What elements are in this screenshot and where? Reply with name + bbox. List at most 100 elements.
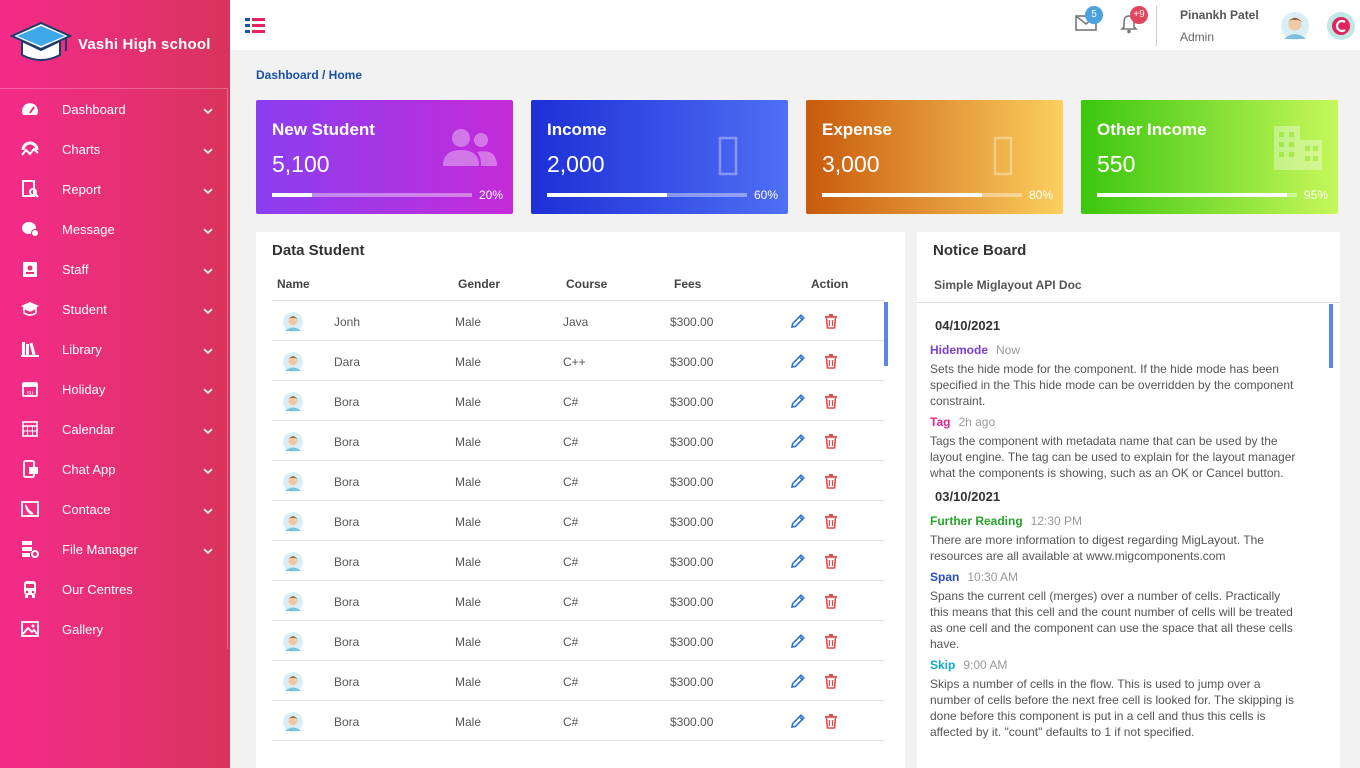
notice-item-title[interactable]: Further Reading: [930, 514, 1023, 528]
table-row[interactable]: Bora Male C# $300.00: [272, 541, 884, 581]
sidebar-item-calendar[interactable]: Calendar: [0, 409, 227, 449]
card-progress-bar: [272, 193, 472, 197]
notice-item-title[interactable]: Tag: [930, 415, 950, 429]
edit-icon[interactable]: [790, 593, 806, 612]
table-row[interactable]: Jonh Male Java $300.00: [272, 301, 884, 341]
edit-icon[interactable]: [790, 313, 806, 332]
user-avatar[interactable]: [1280, 11, 1310, 46]
chevron-down-icon: [203, 302, 213, 317]
table-row[interactable]: Bora Male C# $300.00: [272, 461, 884, 501]
sidebar-item-library[interactable]: Library: [0, 329, 227, 369]
delete-icon[interactable]: [824, 433, 838, 452]
sidebar-item-dashboard[interactable]: Dashboard: [0, 89, 227, 129]
app-logo-icon[interactable]: [1326, 11, 1356, 46]
edit-icon[interactable]: [790, 513, 806, 532]
card-progress-bar: [1097, 193, 1297, 197]
chevron-down-icon: [203, 462, 213, 477]
delete-icon[interactable]: [824, 673, 838, 692]
student-name: Jonh: [334, 315, 361, 329]
edit-icon[interactable]: [790, 473, 806, 492]
table-row[interactable]: Dara Male C++ $300.00: [272, 341, 884, 381]
column-header-gender[interactable]: Gender: [458, 277, 500, 291]
delete-icon[interactable]: [824, 593, 838, 612]
student-avatar: [282, 311, 304, 336]
edit-icon[interactable]: [790, 713, 806, 732]
edit-icon[interactable]: [790, 633, 806, 652]
column-header-course[interactable]: Course: [566, 277, 607, 291]
notification-button[interactable]: +9: [1120, 6, 1148, 39]
notice-item-title[interactable]: Hidemode: [930, 343, 988, 357]
notice-item-text: Spans the current cell (merges) over a n…: [930, 589, 1293, 651]
edit-icon[interactable]: [790, 433, 806, 452]
scrollbar-thumb[interactable]: [1329, 304, 1333, 368]
delete-icon[interactable]: [824, 633, 838, 652]
delete-icon[interactable]: [824, 513, 838, 532]
student-fees: $300.00: [670, 355, 714, 369]
student-name: Bora: [334, 635, 360, 649]
notice-item-time: 12:30 PM: [1030, 514, 1083, 528]
card-value: 550: [1097, 151, 1136, 177]
sidebar-item-label: Message: [62, 221, 115, 237]
placeholder-glyph-icon: [718, 136, 738, 181]
sidebar-item-gallery[interactable]: Gallery: [0, 609, 227, 649]
sidebar-item-message[interactable]: Message: [0, 209, 227, 249]
chevron-down-icon: [203, 382, 213, 397]
sidebar-item-label: Holiday: [62, 381, 106, 397]
table-row[interactable]: Bora Male C# $300.00: [272, 581, 884, 621]
delete-icon[interactable]: [824, 713, 838, 732]
notice-item-title[interactable]: Span: [930, 570, 959, 584]
sidebar-item-chat-app[interactable]: Chat App: [0, 449, 227, 489]
sidebar-item-label: Contace: [62, 501, 111, 517]
student-avatar: [282, 351, 304, 376]
table-row[interactable]: Bora Male C# $300.00: [272, 381, 884, 421]
sidebar-item-label: Student: [62, 301, 107, 317]
sidebar-item-label: Calendar: [62, 421, 115, 437]
student-course: C#: [563, 475, 579, 489]
delete-icon[interactable]: [824, 313, 838, 332]
delete-icon[interactable]: [824, 553, 838, 572]
panel-subtitle: Simple Miglayout API Doc: [934, 278, 1082, 292]
sidebar-item-contace[interactable]: Contace: [0, 489, 227, 529]
column-header-fees[interactable]: Fees: [674, 277, 701, 291]
chevron-down-icon: [203, 342, 213, 357]
delete-icon[interactable]: [824, 473, 838, 492]
student-course: C#: [563, 435, 579, 449]
student-gender: Male: [455, 595, 482, 609]
table-row[interactable]: Bora Male C# $300.00: [272, 701, 884, 741]
sidebar-item-student[interactable]: Student: [0, 289, 227, 329]
sidebar-item-holiday[interactable]: su Holiday: [0, 369, 227, 409]
table-row[interactable]: Bora Male C# $300.00: [272, 661, 884, 701]
sidebar-item-label: Chat App: [62, 461, 116, 477]
sidebar-item-our-centres[interactable]: Our Centres: [0, 569, 227, 609]
student-name: Bora: [334, 715, 360, 729]
student-gender: Male: [455, 435, 482, 449]
hamburger-menu-icon[interactable]: [245, 18, 265, 39]
student-avatar: [282, 511, 304, 536]
notice-item-title[interactable]: Skip: [930, 658, 955, 672]
edit-icon[interactable]: [790, 673, 806, 692]
table-row[interactable]: Bora Male C# $300.00: [272, 421, 884, 461]
edit-icon[interactable]: [790, 353, 806, 372]
table-row[interactable]: Bora Male C# $300.00: [272, 621, 884, 661]
delete-icon[interactable]: [824, 393, 838, 412]
mail-button[interactable]: 5: [1075, 6, 1103, 37]
notice-item-header: Skip 9:00 AM: [930, 658, 1300, 672]
sidebar-item-report[interactable]: Report: [0, 169, 227, 209]
notice-item-time: 2h ago: [958, 415, 996, 429]
card-expense: Expense 3,000 80%: [806, 100, 1063, 214]
table-row[interactable]: Bora Male C# $300.00: [272, 501, 884, 541]
bus-icon: [20, 579, 40, 599]
sidebar-item-staff[interactable]: Staff: [0, 249, 227, 289]
column-header-name[interactable]: Name: [277, 277, 310, 291]
scrollbar-thumb[interactable]: [884, 302, 888, 366]
student-course: Java: [563, 315, 589, 329]
sidebar-item-file-manager[interactable]: File Manager: [0, 529, 227, 569]
sidebar-item-charts[interactable]: Charts: [0, 129, 227, 169]
student-fees: $300.00: [670, 555, 714, 569]
library-icon: [20, 339, 40, 359]
edit-icon[interactable]: [790, 393, 806, 412]
delete-icon[interactable]: [824, 353, 838, 372]
student-name: Bora: [334, 515, 360, 529]
edit-icon[interactable]: [790, 553, 806, 572]
student-course: C#: [563, 635, 579, 649]
